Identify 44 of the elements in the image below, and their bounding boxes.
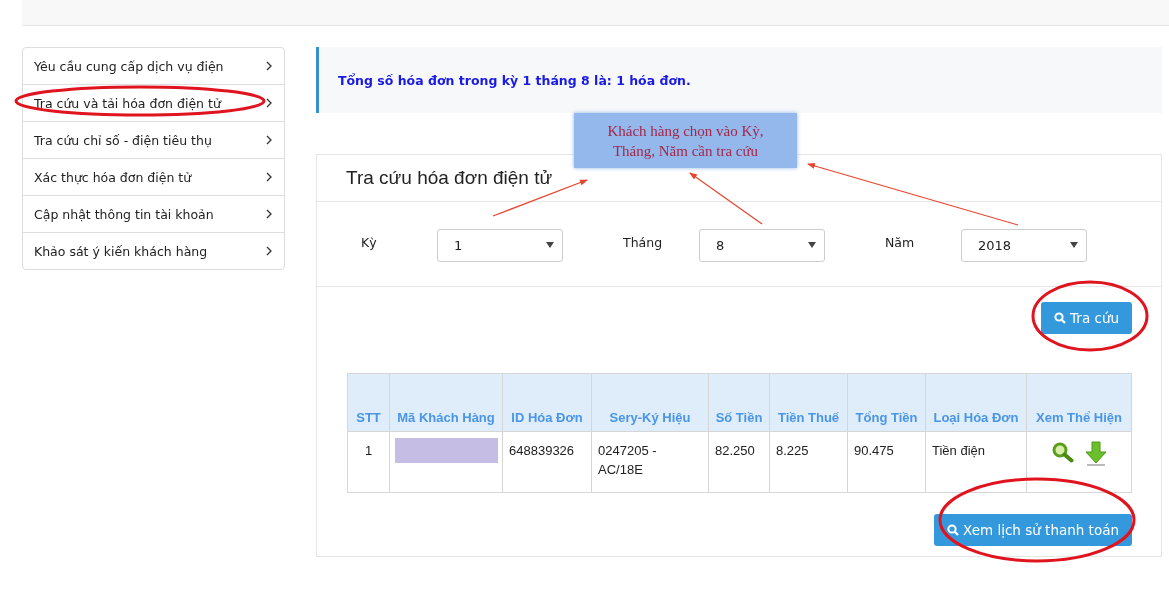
sidebar-item[interactable]: Tra cứu và tải hóa đơn điện tử: [23, 84, 284, 121]
search-icon: [1054, 312, 1067, 324]
card-title: Tra cứu hóa đơn điện tử: [346, 167, 553, 189]
chevron-icon: [266, 246, 273, 256]
column-header: Loại Hóa Đơn: [925, 373, 1027, 432]
chevron-icon: [266, 98, 273, 108]
table-cell: Tiền điện: [925, 431, 1027, 493]
sidebar-item[interactable]: Khảo sát ý kiến khách hàng: [23, 232, 284, 269]
table-cell: 90.475: [847, 431, 926, 493]
sidebar-item[interactable]: Tra cứu chỉ số - điện tiêu thụ: [23, 121, 284, 158]
table-cell: 82.250: [708, 431, 770, 493]
chevron-icon: [266, 135, 273, 145]
table-cell: 648839326: [502, 431, 592, 493]
sidebar-item[interactable]: Cập nhật thông tin tài khoản: [23, 195, 284, 232]
notice-text: Tổng số hóa đơn trong kỳ 1 tháng 8 là: 1 hóa đơn.: [338, 72, 691, 88]
select-field[interactable]: 2018: [961, 228, 1087, 262]
chevron-icon: [266, 172, 273, 182]
column-header: Xem Thể Hiện: [1026, 373, 1132, 432]
field-label: Kỳ: [361, 234, 378, 250]
select-field[interactable]: 1: [437, 228, 563, 262]
chevron-icon: [266, 61, 273, 71]
field-label: Tháng: [623, 234, 664, 250]
annotation-callout: Khách hàng chọn vào Kỳ, Tháng, Năm cần tra cứu: [574, 113, 797, 168]
sidebar-item[interactable]: Xác thực hóa đơn điện tử: [23, 158, 284, 195]
table-cell: 8.225: [769, 431, 848, 493]
column-header: Tiền Thuế: [769, 373, 848, 432]
column-header: STT: [347, 373, 390, 432]
sidebar-item[interactable]: Yêu cầu cung cấp dịch vụ điện: [23, 48, 284, 84]
field-label: Năm: [885, 234, 916, 250]
column-header: Sery-Ký Hiệu: [591, 373, 709, 432]
column-header: ID Hóa Đơn: [502, 373, 592, 432]
magnifier-icon[interactable]: [1051, 441, 1075, 463]
column-header: Số Tiền: [708, 373, 770, 432]
dropdown-caret-icon: [546, 242, 554, 248]
select-field[interactable]: 8: [699, 228, 825, 262]
table-cell: 0247205 - AC/18E: [591, 431, 709, 493]
column-header: Tổng Tiền: [847, 373, 926, 432]
chevron-icon: [266, 209, 273, 219]
table-cell: 1: [347, 431, 390, 493]
dropdown-caret-icon: [808, 242, 816, 248]
download-icon[interactable]: [1085, 441, 1107, 467]
search-icon: [947, 524, 960, 536]
dropdown-caret-icon: [1070, 242, 1078, 248]
column-header: Mã Khách Hàng: [389, 373, 503, 432]
